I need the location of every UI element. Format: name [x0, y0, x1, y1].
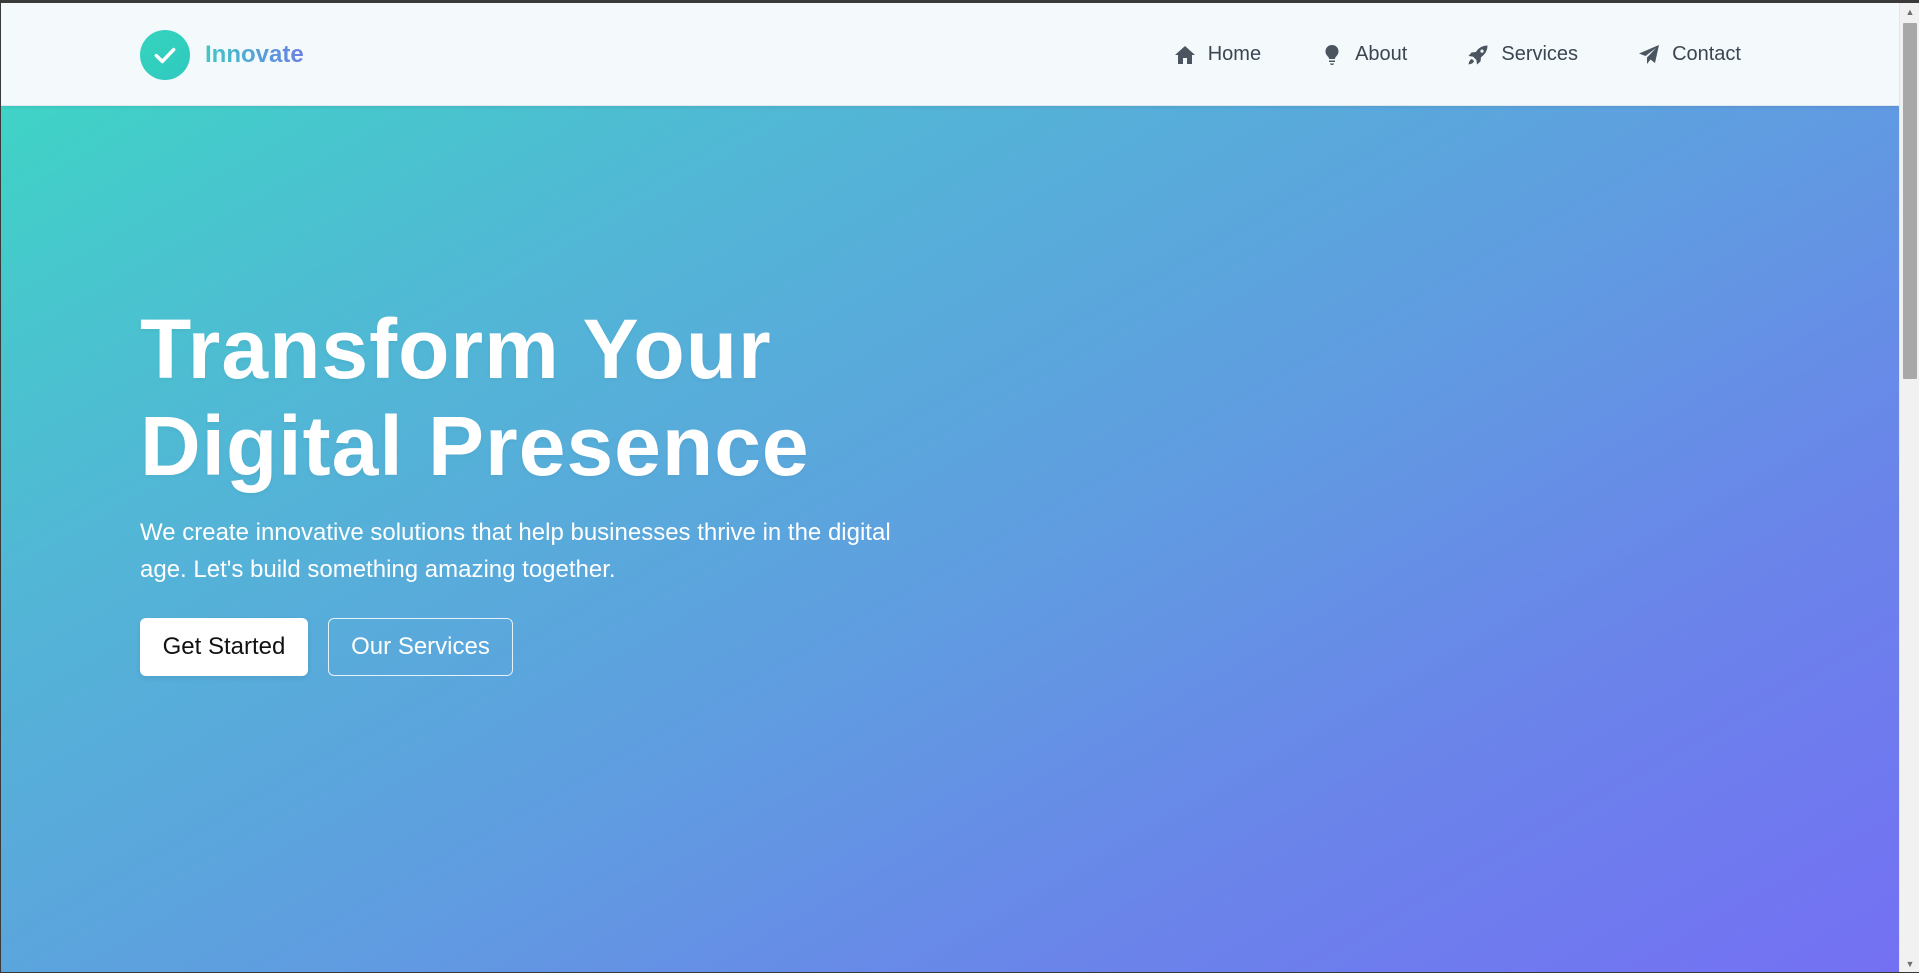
- nav-item-label: About: [1355, 43, 1408, 65]
- vertical-scrollbar[interactable]: ▲ ▼: [1899, 3, 1919, 972]
- nav-item-home[interactable]: Home: [1172, 42, 1261, 68]
- browser-window: Innovate Home About Services Contact Tra…: [0, 0, 1919, 973]
- page-viewport: Innovate Home About Services Contact Tra…: [1, 3, 1899, 972]
- our-services-button[interactable]: Our Services: [328, 618, 513, 676]
- hero-actions: Get Started Our Services: [140, 618, 513, 676]
- scrollbar-thumb[interactable]: [1903, 23, 1917, 379]
- hero-title-line-1: Transform Your: [140, 302, 772, 396]
- get-started-button[interactable]: Get Started: [140, 618, 308, 676]
- brand-link[interactable]: Innovate: [140, 29, 304, 81]
- scroll-down-arrow-icon[interactable]: ▼: [1900, 955, 1919, 972]
- lightbulb-icon: [1319, 42, 1345, 68]
- paper-plane-icon: [1636, 42, 1662, 68]
- nav-item-label: Home: [1207, 43, 1262, 65]
- hero-section: Transform Your Digital Presence We creat…: [1, 106, 1899, 972]
- scroll-up-arrow-icon[interactable]: ▲: [1900, 3, 1919, 20]
- nav-item-label: Contact: [1672, 43, 1741, 65]
- nav-item-services[interactable]: Services: [1465, 42, 1578, 68]
- brand-name: Innovate: [205, 41, 304, 68]
- hero-subtitle: We create innovative solutions that help…: [140, 519, 891, 583]
- navbar: Innovate Home About Services Contact: [1, 3, 1899, 106]
- hero-title-line-2: Digital Presence: [140, 399, 810, 493]
- check-circle-icon: [140, 30, 190, 80]
- rocket-icon: [1465, 42, 1491, 68]
- home-icon: [1172, 42, 1198, 68]
- nav-item-about[interactable]: About: [1319, 42, 1407, 68]
- main-nav: Home About Services Contact: [1172, 3, 1741, 106]
- nav-item-label: Services: [1501, 43, 1579, 65]
- hero-title: Transform Your Digital Presence: [140, 301, 1040, 495]
- nav-item-contact[interactable]: Contact: [1636, 42, 1741, 68]
